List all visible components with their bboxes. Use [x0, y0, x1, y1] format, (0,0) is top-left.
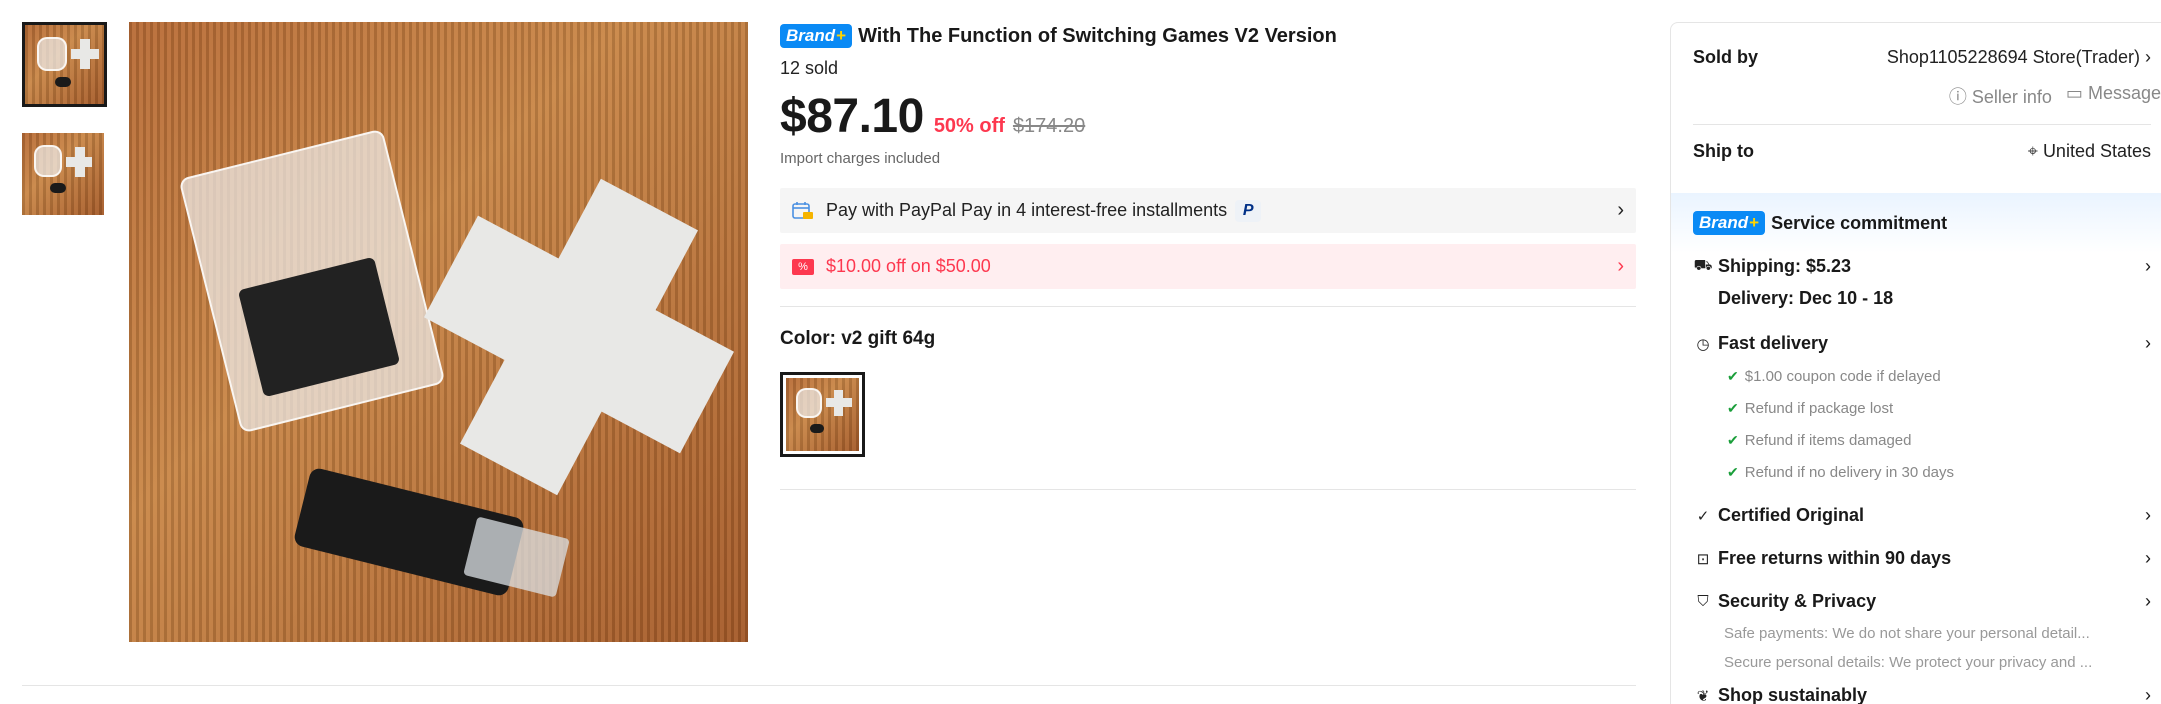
product-title: With The Function of Switching Games V2 … [858, 24, 1337, 47]
certified-original-item[interactable]: ✓ Certified Original › [1693, 505, 2151, 526]
check-icon: ✔ [1727, 432, 1739, 448]
color-label: Color: v2 gift 64g [780, 328, 936, 349]
coupon-text: $10.00 off on $50.00 [826, 256, 991, 276]
message-link[interactable]: ▭ Message [2066, 83, 2161, 109]
delivery-date: Delivery: Dec 10 - 18 [1718, 288, 1894, 308]
paypal-logo-icon: P [1235, 199, 1262, 222]
shield-icon: ⛉ [1697, 593, 1709, 610]
returns-text: Free returns within 90 days [1718, 548, 1952, 568]
brand-plus-badge: Brand + [1693, 211, 1766, 235]
service-title: Service commitment [1771, 212, 1948, 233]
store-name-link[interactable]: Shop1105228694 Store(Trader) › [1887, 47, 2151, 68]
security-detail: Safe payments: We do not share your pers… [1724, 625, 2090, 642]
thumbnail-image [25, 25, 104, 104]
guarantee-bullet: ✔ Refund if items damaged [1727, 432, 1912, 449]
paypal-text: Pay with PayPal Pay in 4 interest-free i… [826, 200, 1228, 220]
location-pin-icon: ⌖ [2027, 141, 2038, 161]
truck-icon: ⛟ [1693, 257, 1713, 274]
coupon-banner[interactable]: % $10.00 off on $50.00 › [780, 244, 1636, 289]
thumbnail-image [22, 133, 104, 215]
section-divider [22, 685, 1636, 686]
seller-service-panel: Sold by Shop1105228694 Store(Trader) › ⓘ… [1670, 22, 2161, 704]
leaf-icon: ❦ [1696, 687, 1710, 704]
chevron-right-icon: › [2145, 505, 2151, 525]
chevron-right-icon: › [2145, 591, 2151, 611]
product-main-image[interactable] [129, 22, 748, 642]
security-text: Security & Privacy [1718, 591, 1877, 611]
badge-check-icon: ✓ [1696, 507, 1710, 525]
chevron-right-icon: › [1617, 199, 1624, 221]
shipping-item[interactable]: ⛟ Shipping: $5.23 › [1693, 256, 2151, 277]
chevron-right-icon: › [2145, 333, 2151, 353]
check-icon: ✔ [1727, 464, 1739, 480]
brand-plus-badge: Brand + [780, 24, 853, 48]
paypal-installments-banner[interactable]: Pay with PayPal Pay in 4 interest-free i… [780, 188, 1636, 233]
price-row: $87.10 50% off $174.20 [780, 89, 1636, 144]
seller-links: ⓘ Seller info ▭ Message [1949, 83, 2161, 109]
seller-info-link[interactable]: ⓘ Seller info [1949, 83, 2052, 109]
ship-to-row[interactable]: Ship to ⌖ United States [1693, 141, 2161, 162]
certified-text: Certified Original [1718, 505, 1865, 525]
original-price: $174.20 [1012, 115, 1086, 137]
chevron-right-icon: › [1617, 255, 1624, 277]
chevron-right-icon: › [2145, 256, 2151, 276]
chevron-right-icon: › [2145, 685, 2151, 704]
check-icon: ✔ [1727, 400, 1739, 416]
sold-by-label: Sold by [1693, 47, 1759, 67]
color-swatch-selected[interactable] [780, 372, 865, 457]
guarantee-bullet: ✔ $1.00 coupon code if delayed [1727, 368, 1941, 385]
service-header: Brand + Service commitment [1693, 211, 1947, 235]
import-note: Import charges included [780, 150, 941, 167]
divider [780, 306, 1636, 307]
discount-label: 50% off [933, 115, 1005, 137]
clock-icon: ◷ [1696, 335, 1710, 353]
chevron-right-icon: › [2145, 47, 2151, 67]
chevron-right-icon: › [2145, 548, 2151, 568]
fast-delivery-item[interactable]: ◷ Fast delivery › [1693, 333, 2151, 354]
sold-count: 12 sold [780, 58, 839, 78]
swatch-image [786, 378, 859, 451]
shipping-text: Shipping: $5.23 [1718, 256, 1852, 276]
calendar-card-icon [792, 201, 813, 219]
guarantee-bullet: ✔ Refund if no delivery in 30 days [1727, 464, 1955, 481]
coupon-icon: % [792, 258, 814, 275]
info-icon: ⓘ [1948, 87, 1967, 107]
message-icon: ▭ [2065, 83, 2083, 103]
sold-by-row: Sold by Shop1105228694 Store(Trader) › [1693, 47, 2161, 68]
security-privacy-item[interactable]: ⛉ Security & Privacy › [1693, 591, 2151, 612]
fast-delivery-text: Fast delivery [1718, 333, 1829, 353]
sustainably-text: Shop sustainably [1718, 685, 1868, 704]
check-icon: ✔ [1727, 368, 1739, 384]
divider [780, 489, 1636, 490]
service-commitment-section: Brand + Service commitment ⛟ Shipping: $5… [1671, 193, 2161, 704]
ship-to-label: Ship to [1693, 141, 1754, 161]
guarantee-bullet: ✔ Refund if package lost [1727, 400, 1894, 417]
product-info: Brand + With The Function of Switching Ga… [780, 22, 1636, 490]
free-returns-item[interactable]: ⊡ Free returns within 90 days › [1693, 548, 2151, 569]
ship-to-value: ⌖ United States [2027, 141, 2151, 161]
security-detail: Secure personal details: We protect your… [1724, 654, 2093, 671]
title-row: Brand + With The Function of Switching Ga… [780, 22, 1636, 50]
return-box-icon: ⊡ [1696, 550, 1710, 568]
thumbnail-1[interactable] [22, 22, 107, 107]
shop-sustainably-item[interactable]: ❦ Shop sustainably › [1693, 685, 2151, 704]
thumbnail-2[interactable] [22, 133, 104, 215]
divider [1693, 124, 2151, 125]
current-price: $87.10 [780, 90, 924, 143]
